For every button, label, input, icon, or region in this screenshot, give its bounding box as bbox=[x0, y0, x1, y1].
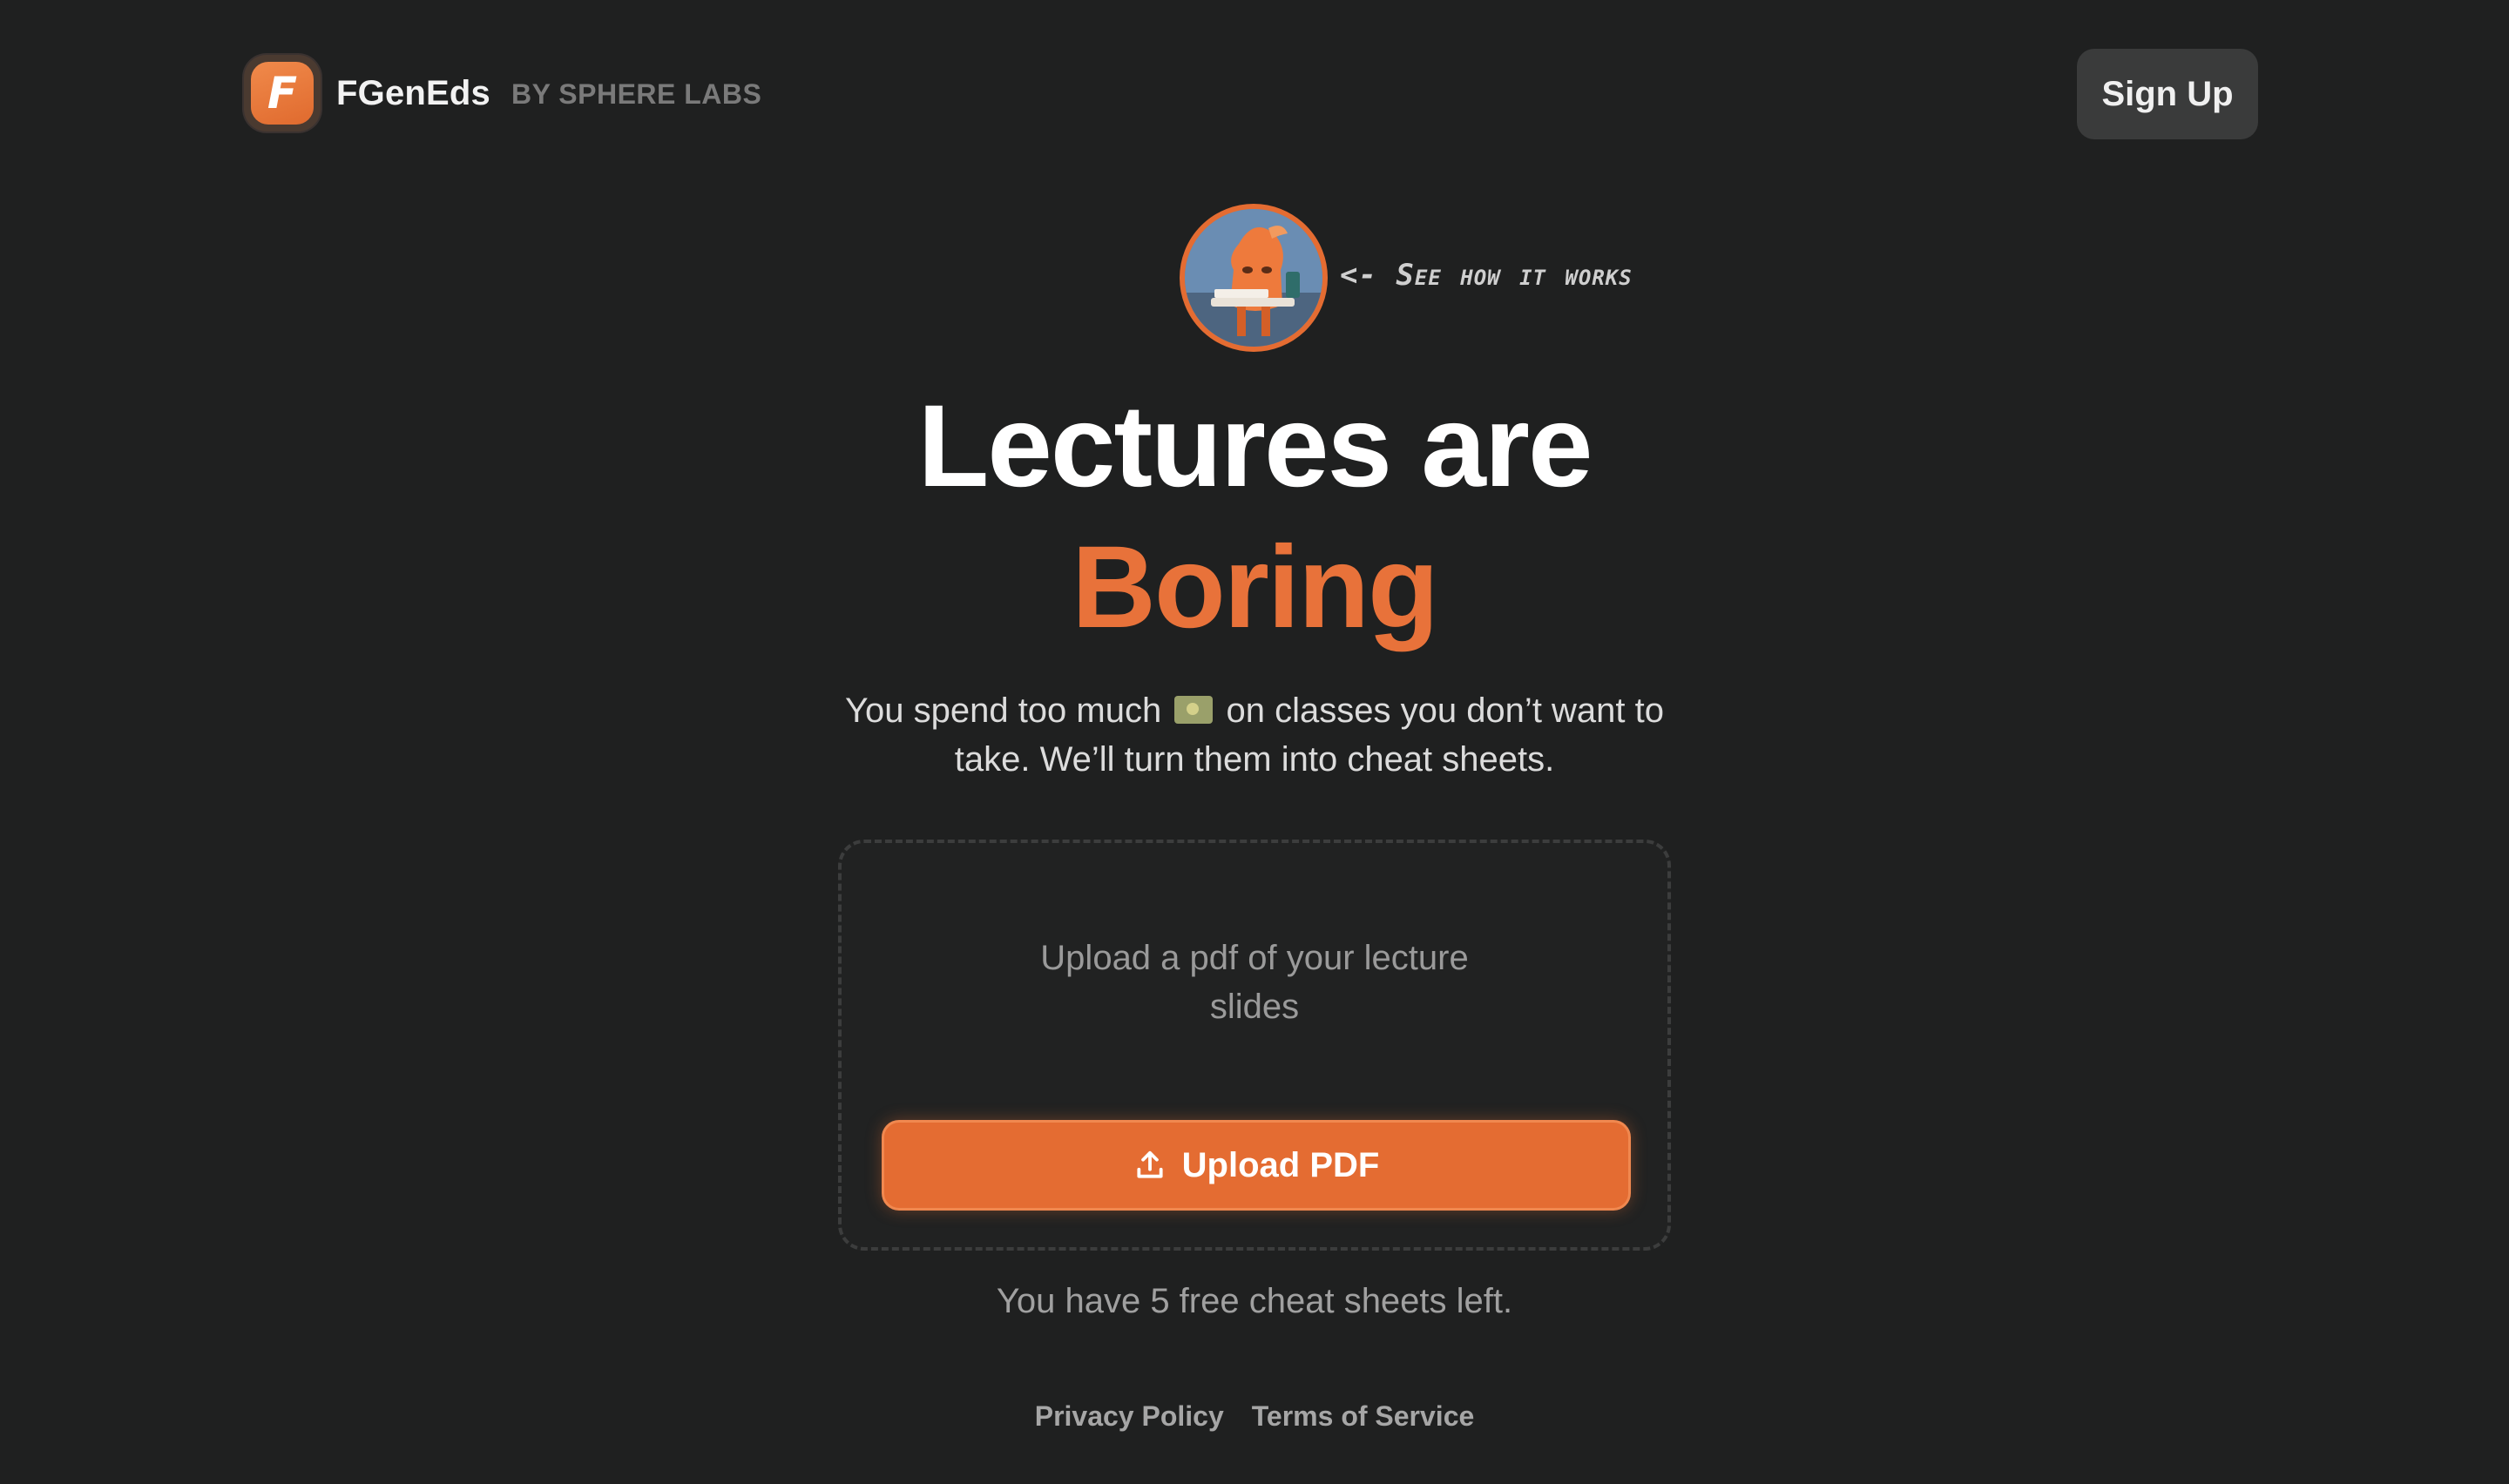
terms-of-service-link[interactable]: Terms of Service bbox=[1252, 1400, 1475, 1433]
subtitle-part-1: You spend too much bbox=[844, 691, 1162, 730]
logo: F bbox=[244, 55, 321, 132]
headline: Lectures are bbox=[917, 381, 1593, 511]
upload-prompt: Upload a pdf of your lecture slides bbox=[1040, 939, 1469, 1026]
upload-pdf-label: Upload PDF bbox=[1181, 1145, 1380, 1184]
brand-byline: BY SPHERE LABS bbox=[511, 78, 762, 110]
money-icon bbox=[1174, 696, 1214, 724]
upload-icon bbox=[1137, 1150, 1163, 1178]
page: F FGenEds BY SPHERE LABS Sign Up <- See … bbox=[0, 0, 2509, 1484]
mascot-illustration bbox=[1185, 209, 1322, 347]
mascot-avatar[interactable] bbox=[1180, 204, 1328, 352]
upload-pdf-button[interactable]: Upload PDF bbox=[882, 1120, 1631, 1211]
demo-video-link[interactable]: <- See how it works bbox=[1180, 204, 1633, 352]
footer-links: Privacy Policy Terms of Service bbox=[0, 1400, 2509, 1433]
logo-letter: F bbox=[251, 62, 314, 125]
headline-accent: Boring bbox=[1072, 523, 1439, 652]
subtitle: You spend too much on classes you don’t … bbox=[819, 686, 1690, 784]
privacy-policy-link[interactable]: Privacy Policy bbox=[1035, 1400, 1224, 1433]
sign-up-button[interactable]: Sign Up bbox=[2077, 49, 2258, 139]
free-credits-status: You have 5 free cheat sheets left. bbox=[996, 1282, 1513, 1320]
brand-name: FGenEds bbox=[336, 73, 490, 112]
upload-dropzone[interactable]: Upload a pdf of your lecture slides Uplo… bbox=[838, 840, 1671, 1251]
brand[interactable]: F FGenEds BY SPHERE LABS bbox=[244, 54, 761, 132]
see-how-it-works-hint[interactable]: <- See how it works bbox=[1340, 258, 1633, 293]
